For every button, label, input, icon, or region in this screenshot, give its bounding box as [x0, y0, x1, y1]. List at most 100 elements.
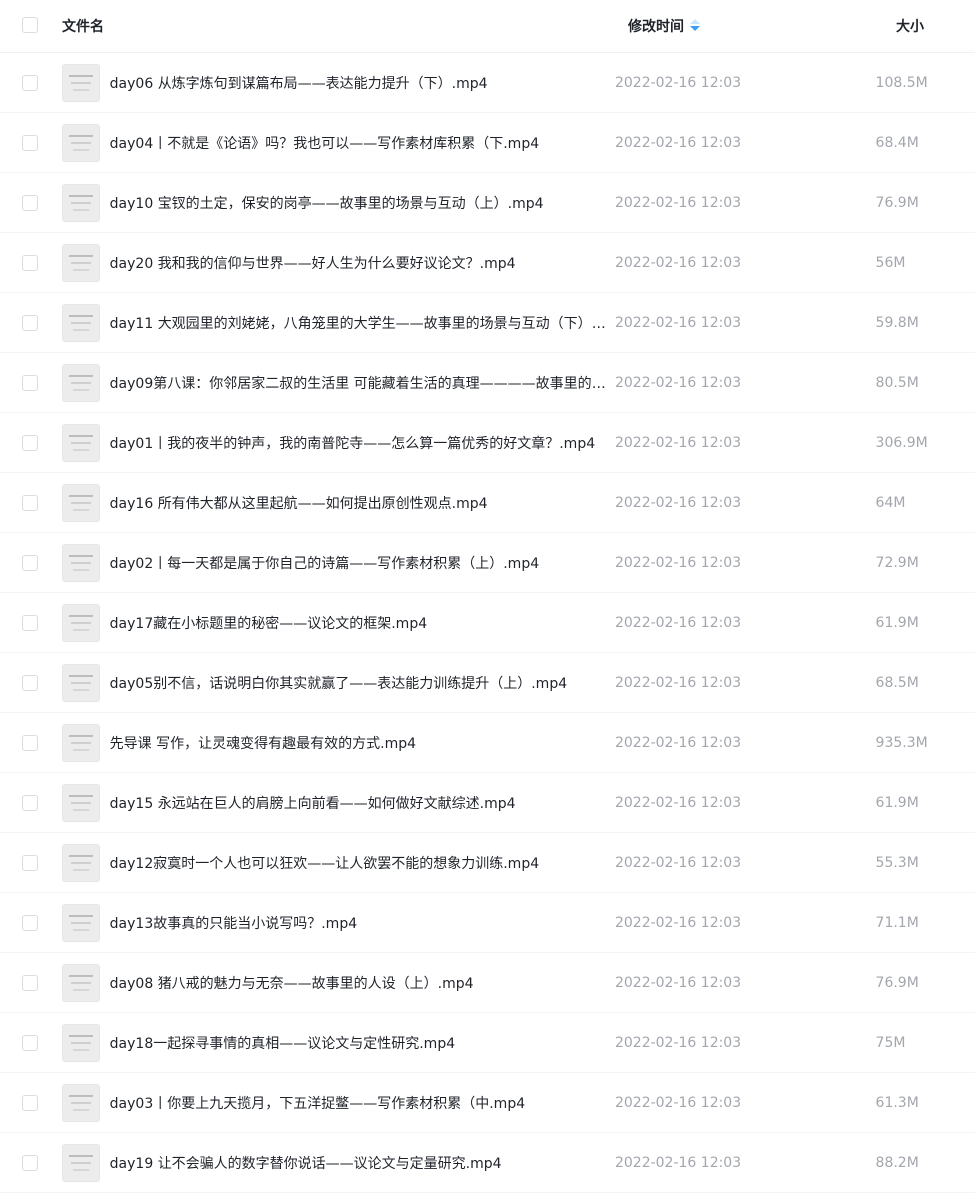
file-name[interactable]: day08 猪八戒的魅力与无奈——故事里的人设（上）.mp4	[110, 973, 607, 993]
video-thumbnail[interactable]	[61, 243, 100, 282]
video-thumbnail[interactable]	[61, 1023, 100, 1062]
row-checkbox[interactable]	[22, 975, 38, 991]
file-name[interactable]: 先导课 写作，让灵魂变得有趣最有效的方式.mp4	[110, 733, 607, 753]
file-row[interactable]: day06 从炼字炼句到谋篇布局——表达能力提升（下）.mp4 2022-02-1…	[0, 53, 975, 113]
row-checkbox-cell	[0, 233, 62, 292]
row-checkbox-cell	[0, 1013, 62, 1072]
video-thumbnail[interactable]	[61, 123, 100, 162]
row-checkbox[interactable]	[22, 1035, 38, 1051]
row-checkbox[interactable]	[22, 495, 38, 511]
row-checkbox[interactable]	[22, 1095, 38, 1111]
file-modified-time: 2022-02-16 12:03	[614, 974, 742, 991]
video-thumbnail[interactable]	[61, 663, 100, 702]
file-modified-time: 2022-02-16 12:03	[614, 1154, 742, 1171]
file-name[interactable]: day13故事真的只能当小说写吗？.mp4	[110, 913, 607, 933]
file-name[interactable]: day06 从炼字炼句到谋篇布局——表达能力提升（下）.mp4	[110, 73, 607, 93]
file-row[interactable]: day03丨你要上九天揽月，下五洋捉鳖——写作素材积累（中.mp4 2022-02…	[0, 1073, 975, 1133]
file-list-header: 文件名 修改时间 大小	[0, 0, 975, 53]
file-name[interactable]: day19 让不会骗人的数字替你说话——议论文与定量研究.mp4	[110, 1153, 607, 1173]
video-thumbnail[interactable]	[61, 483, 100, 522]
file-row[interactable]: day18一起探寻事情的真相——议论文与定性研究.mp4 2022-02-16 1…	[0, 1013, 975, 1073]
file-row[interactable]: day01丨我的夜半的钟声，我的南普陀寺——怎么算一篇优秀的好文章？.mp4 20…	[0, 413, 975, 473]
file-modified-time: 2022-02-16 12:03	[614, 314, 742, 331]
row-checkbox[interactable]	[22, 1155, 38, 1171]
sort-icon[interactable]	[690, 19, 700, 33]
file-row[interactable]: day05别不信，话说明白你其实就赢了——表达能力训练提升（上）.mp4 2022…	[0, 653, 975, 713]
video-thumbnail[interactable]	[61, 903, 100, 942]
video-thumbnail[interactable]	[61, 423, 100, 462]
file-row[interactable]: day20 我和我的信仰与世界——好人生为什么要好议论文？.mp4 2022-02…	[0, 233, 975, 293]
video-thumbnail[interactable]	[61, 843, 100, 882]
row-checkbox[interactable]	[22, 195, 38, 211]
file-row[interactable]: day17藏在小标题里的秘密——议论文的框架.mp4 2022-02-16 12:…	[0, 593, 975, 653]
video-thumbnail[interactable]	[61, 1143, 100, 1182]
file-name[interactable]: day11 大观园里的刘姥姥，八角笼里的大学生——故事里的场景与互动（下）.mp…	[110, 313, 607, 333]
row-checkbox[interactable]	[22, 135, 38, 151]
file-row[interactable]: day11 大观园里的刘姥姥，八角笼里的大学生——故事里的场景与互动（下）.mp…	[0, 293, 975, 353]
row-checkbox-cell	[0, 893, 62, 952]
row-checkbox[interactable]	[22, 315, 38, 331]
file-modified-time: 2022-02-16 12:03	[614, 854, 742, 871]
file-name[interactable]: day16 所有伟大都从这里起航——如何提出原创性观点.mp4	[110, 493, 607, 513]
file-row[interactable]: day13故事真的只能当小说写吗？.mp4 2022-02-16 12:03 71.…	[0, 893, 975, 953]
file-modified-time: 2022-02-16 12:03	[614, 494, 742, 511]
file-row[interactable]: day02丨每一天都是属于你自己的诗篇——写作素材积累（上）.mp4 2022-0…	[0, 533, 975, 593]
file-row[interactable]: 先导课 写作，让灵魂变得有趣最有效的方式.mp4 2022-02-16 12:03…	[0, 713, 975, 773]
file-modified-time: 2022-02-16 12:03	[614, 134, 742, 151]
file-row[interactable]: day08 猪八戒的魅力与无奈——故事里的人设（上）.mp4 2022-02-16…	[0, 953, 975, 1013]
file-modified-time: 2022-02-16 12:03	[614, 74, 742, 91]
file-name[interactable]: day20 我和我的信仰与世界——好人生为什么要好议论文？.mp4	[110, 253, 607, 273]
file-name[interactable]: day15 永远站在巨人的肩膀上向前看——如何做好文献综述.mp4	[110, 793, 607, 813]
row-checkbox[interactable]	[22, 555, 38, 571]
video-thumbnail[interactable]	[61, 963, 100, 1002]
row-checkbox[interactable]	[22, 855, 38, 871]
video-thumbnail[interactable]	[61, 363, 100, 402]
file-name[interactable]: day02丨每一天都是属于你自己的诗篇——写作素材积累（上）.mp4	[110, 553, 607, 573]
file-name[interactable]: day12寂寞时一个人也可以狂欢——让人欲罢不能的想象力训练.mp4	[110, 853, 607, 873]
file-name[interactable]: day18一起探寻事情的真相——议论文与定性研究.mp4	[110, 1033, 607, 1053]
video-thumbnail[interactable]	[61, 603, 100, 642]
row-checkbox[interactable]	[22, 915, 38, 931]
row-checkbox[interactable]	[22, 675, 38, 691]
file-name[interactable]: day17藏在小标题里的秘密——议论文的框架.mp4	[110, 613, 607, 633]
row-checkbox[interactable]	[22, 375, 38, 391]
row-checkbox[interactable]	[22, 795, 38, 811]
file-name[interactable]: day03丨你要上九天揽月，下五洋捉鳖——写作素材积累（中.mp4	[110, 1093, 607, 1113]
row-checkbox[interactable]	[22, 75, 38, 91]
video-thumbnail[interactable]	[61, 723, 100, 762]
row-checkbox[interactable]	[22, 255, 38, 271]
row-checkbox-cell	[0, 353, 62, 412]
column-header-name[interactable]: 文件名	[62, 16, 628, 36]
file-size: 59.8M	[875, 314, 919, 331]
file-row[interactable]: day15 永远站在巨人的肩膀上向前看——如何做好文献综述.mp4 2022-02…	[0, 773, 975, 833]
file-row[interactable]: day16 所有伟大都从这里起航——如何提出原创性观点.mp4 2022-02-1…	[0, 473, 975, 533]
file-row[interactable]: day12寂寞时一个人也可以狂欢——让人欲罢不能的想象力训练.mp4 2022-0…	[0, 833, 975, 893]
video-thumbnail[interactable]	[61, 183, 100, 222]
row-checkbox-cell	[0, 773, 62, 832]
file-name[interactable]: day01丨我的夜半的钟声，我的南普陀寺——怎么算一篇优秀的好文章？.mp4	[110, 433, 607, 453]
file-size: 76.9M	[875, 974, 919, 991]
file-row[interactable]: day19 让不会骗人的数字替你说话——议论文与定量研究.mp4 2022-02-…	[0, 1133, 975, 1193]
file-row[interactable]: day09第八课：你邻居家二叔的生活里 可能藏着生活的真理————故事里的人设（…	[0, 353, 975, 413]
file-row[interactable]: day04丨不就是《论语》吗？我也可以——写作素材库积累（下.mp4 2022-0…	[0, 113, 975, 173]
file-name[interactable]: day09第八课：你邻居家二叔的生活里 可能藏着生活的真理————故事里的人设（…	[110, 373, 607, 393]
video-thumbnail[interactable]	[61, 1083, 100, 1122]
column-header-size[interactable]: 大小	[878, 16, 975, 36]
file-size: 61.9M	[875, 614, 919, 631]
video-thumbnail[interactable]	[61, 543, 100, 582]
row-checkbox[interactable]	[22, 435, 38, 451]
video-thumbnail[interactable]	[61, 783, 100, 822]
video-thumbnail[interactable]	[61, 63, 100, 102]
file-row[interactable]: day10 宝钗的土定，保安的岗亭——故事里的场景与互动（上）.mp4 2022-…	[0, 173, 975, 233]
video-thumbnail[interactable]	[61, 303, 100, 342]
file-name[interactable]: day04丨不就是《论语》吗？我也可以——写作素材库积累（下.mp4	[110, 133, 607, 153]
file-name[interactable]: day10 宝钗的土定，保安的岗亭——故事里的场景与互动（上）.mp4	[110, 193, 607, 213]
select-all-checkbox[interactable]	[22, 17, 38, 33]
column-header-modified-time[interactable]: 修改时间	[628, 16, 878, 36]
row-checkbox[interactable]	[22, 615, 38, 631]
column-header-modified-time-label: 修改时间	[628, 19, 684, 35]
row-checkbox[interactable]	[22, 735, 38, 751]
row-checkbox-cell	[0, 53, 62, 112]
file-rows: day06 从炼字炼句到谋篇布局——表达能力提升（下）.mp4 2022-02-1…	[0, 53, 975, 1193]
file-name[interactable]: day05别不信，话说明白你其实就赢了——表达能力训练提升（上）.mp4	[110, 673, 607, 693]
